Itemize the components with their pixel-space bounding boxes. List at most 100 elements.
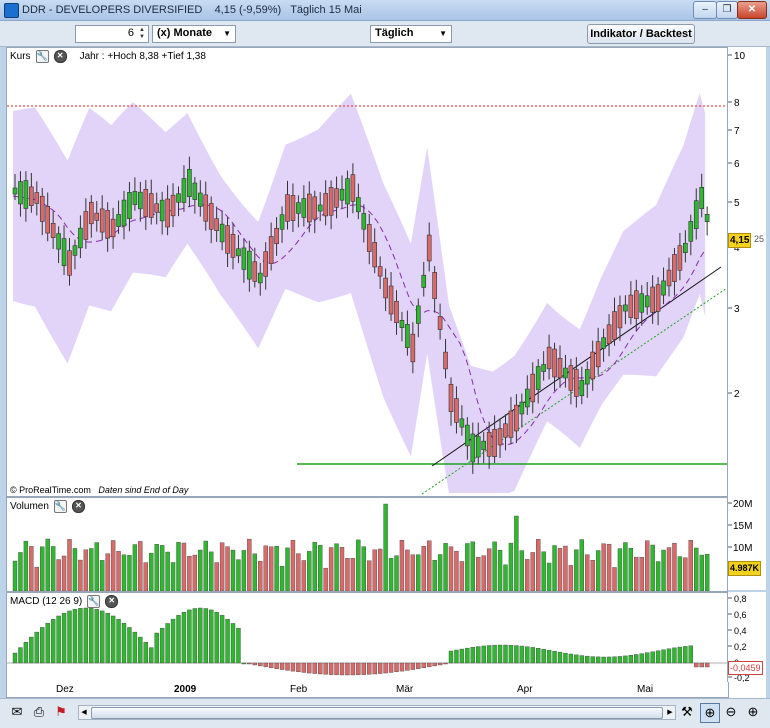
price-tick-label: 7 bbox=[734, 126, 740, 137]
x-axis: Dez 2009 Feb Mär Apr Mai bbox=[6, 682, 729, 698]
macd-bar bbox=[219, 615, 225, 664]
volume-bar bbox=[574, 549, 579, 591]
macd-bar bbox=[568, 653, 574, 664]
macd-bar bbox=[574, 654, 579, 664]
scroll-thumb[interactable] bbox=[91, 707, 663, 719]
volume-bar bbox=[345, 557, 350, 591]
volume-bar bbox=[154, 544, 159, 591]
candle-body bbox=[546, 346, 552, 370]
stepper-arrows-icon[interactable]: ▲ ▼ bbox=[137, 27, 147, 41]
candle-body bbox=[312, 196, 318, 220]
zoom-in-icon[interactable]: ⊕ bbox=[744, 703, 762, 721]
volume-tick-label: 15M bbox=[733, 521, 752, 532]
candle-body bbox=[154, 203, 159, 213]
interval-label: Täglich bbox=[375, 27, 414, 39]
macd-bar bbox=[688, 645, 693, 664]
time-scrollbar[interactable]: ◀ ▶ bbox=[78, 705, 676, 720]
macd-bar bbox=[699, 662, 704, 668]
price-panel[interactable]: Kurs 🔧 ✕ Jahr : +Hoch 8,38 +Tief 1,38 © … bbox=[6, 47, 728, 497]
volume-bar bbox=[530, 552, 535, 591]
toolbar: 6 ▲ ▼ (x) Monate ▼ Täglich ▼ Indikator / … bbox=[0, 21, 770, 47]
last-price-badge: 4,15 bbox=[728, 233, 752, 248]
close-icon[interactable]: ✕ bbox=[737, 1, 767, 19]
title-bar: DDR - DEVELOPERS DIVERSIFIED 4,15 (-9,59… bbox=[0, 0, 770, 21]
candle-body bbox=[492, 428, 497, 458]
close-icon[interactable]: ✕ bbox=[71, 500, 85, 513]
macd-bar bbox=[116, 619, 121, 664]
app-icon bbox=[4, 3, 19, 18]
macd-bar bbox=[192, 608, 198, 664]
candle-body bbox=[301, 198, 307, 218]
period-unit-select[interactable]: (x) Monate ▼ bbox=[152, 25, 236, 43]
candle-body bbox=[514, 404, 519, 432]
volume-bar bbox=[285, 547, 290, 591]
macd-bar bbox=[601, 656, 606, 664]
close-icon[interactable]: ✕ bbox=[105, 595, 119, 608]
volume-bar bbox=[149, 552, 154, 591]
close-icon[interactable]: ✕ bbox=[53, 50, 67, 63]
macd-panel[interactable]: MACD (12 26 9) 🔧 ✕ bbox=[6, 592, 728, 684]
scroll-right-icon[interactable]: ▶ bbox=[665, 706, 675, 719]
macd-bar bbox=[372, 662, 377, 675]
candle-body bbox=[612, 311, 617, 340]
volume-bar bbox=[394, 555, 399, 591]
volume-bar bbox=[361, 546, 366, 591]
volume-bar bbox=[40, 546, 45, 591]
volume-bar bbox=[421, 546, 426, 591]
candle-body bbox=[699, 187, 705, 209]
macd-bar bbox=[350, 662, 356, 676]
macd-bar bbox=[666, 648, 672, 664]
interval-select[interactable]: Täglich ▼ bbox=[370, 25, 452, 43]
macd-bar bbox=[377, 662, 383, 674]
macd-bar bbox=[525, 646, 530, 664]
volume-axis-svg: 20M 15M 10M bbox=[728, 499, 752, 554]
minimize-icon[interactable]: – bbox=[693, 1, 717, 19]
tool-icon[interactable]: ⚒ bbox=[678, 703, 696, 721]
candle-body bbox=[683, 242, 688, 254]
zoom-out-icon[interactable]: ⊖ bbox=[722, 703, 740, 721]
wrench-icon[interactable]: 🔧 bbox=[87, 595, 101, 608]
scroll-left-icon[interactable]: ◀ bbox=[79, 706, 89, 719]
macd-bar bbox=[448, 650, 454, 664]
candle-body bbox=[361, 213, 367, 230]
macd-bar bbox=[34, 631, 39, 664]
volume-bar bbox=[459, 561, 465, 591]
volume-bar bbox=[241, 550, 247, 591]
credit-note: Daten sind End of Day bbox=[98, 485, 189, 495]
zoom-fit-icon[interactable]: ⊕ bbox=[700, 703, 720, 723]
macd-bar bbox=[437, 662, 443, 666]
restore-icon[interactable]: ❐ bbox=[716, 1, 738, 19]
candle-body bbox=[83, 211, 89, 240]
volume-bar bbox=[677, 556, 683, 591]
candle-body bbox=[317, 204, 323, 212]
macd-bar bbox=[181, 612, 187, 664]
volume-bar bbox=[252, 553, 258, 591]
wrench-icon[interactable]: 🔧 bbox=[53, 500, 67, 513]
macd-tick-label: 0,8 bbox=[734, 594, 747, 604]
macd-bar bbox=[481, 645, 486, 664]
flag-icon[interactable]: ⚑ bbox=[52, 703, 70, 721]
x-label-dez: Dez bbox=[56, 684, 74, 695]
macd-tick-label: 0,2 bbox=[734, 642, 747, 652]
wrench-icon[interactable]: 🔧 bbox=[35, 50, 49, 63]
print-icon[interactable]: ⎙ bbox=[30, 703, 48, 721]
volume-bar bbox=[23, 540, 29, 591]
macd-bar bbox=[356, 662, 361, 676]
macd-bar bbox=[318, 662, 323, 675]
candle-body bbox=[377, 266, 383, 277]
volume-bar bbox=[541, 551, 546, 591]
macd-bar bbox=[143, 642, 149, 664]
volume-bar bbox=[138, 541, 143, 591]
macd-panel-header: MACD (12 26 9) 🔧 ✕ bbox=[10, 595, 119, 608]
candle-body bbox=[257, 272, 263, 284]
candle-body bbox=[67, 250, 72, 276]
indicator-backtest-button[interactable]: Indikator / Backtest bbox=[587, 24, 695, 44]
candle-body bbox=[372, 242, 378, 268]
mail-icon[interactable]: ✉ bbox=[8, 703, 26, 721]
period-stepper[interactable]: 6 ▲ ▼ bbox=[75, 25, 149, 43]
volume-bar bbox=[645, 540, 650, 591]
volume-bar bbox=[497, 550, 503, 591]
macd-bar bbox=[459, 648, 465, 664]
candle-body bbox=[388, 285, 394, 315]
volume-panel[interactable]: Volumen 🔧 ✕ bbox=[6, 497, 728, 592]
